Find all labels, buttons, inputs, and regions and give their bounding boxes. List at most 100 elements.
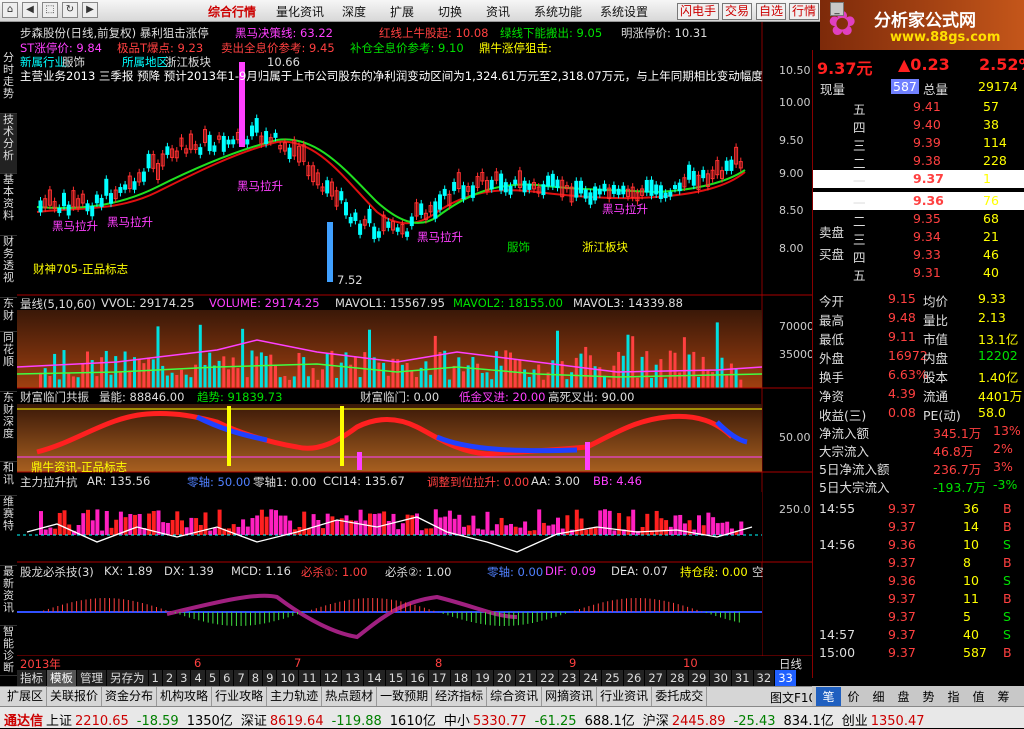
period-tab[interactable]: 20 [493, 670, 515, 686]
bottom-tab[interactable]: 机构攻略 [157, 687, 213, 706]
menu-item-settings[interactable]: 系统设置 [600, 3, 648, 20]
bottom-tab[interactable]: 行业攻略 [212, 687, 268, 706]
orderbook-row[interactable]: 二 9.38 228 [813, 152, 1024, 171]
vtab-eastmoney[interactable]: 东财 [0, 298, 17, 332]
right-tab[interactable]: 势 [916, 687, 941, 706]
orderbook-row[interactable]: 二 9.35 68 [813, 210, 1024, 229]
period-tab[interactable]: 10 [277, 670, 299, 686]
orderbook-row[interactable]: 9.37 5 S [813, 608, 1024, 626]
orderbook-row[interactable]: 三 9.34 21 [813, 228, 1024, 247]
orderbook-row[interactable]: 收益(三) 0.08 PE(动) 58.0 [813, 404, 1024, 423]
vtab-weisaite[interactable]: 维赛特 [0, 496, 17, 566]
period-tab[interactable]: 13 [342, 670, 364, 686]
right-tab[interactable]: 细 [866, 687, 891, 706]
orderbook-row[interactable]: 最高 9.48 量比 2.13 [813, 309, 1024, 328]
bottom-tab[interactable]: 一致预期 [377, 687, 433, 706]
watchlist-button[interactable]: 自选 [756, 3, 787, 20]
menu-item-market[interactable]: 综合行情 [208, 3, 256, 20]
period-tab[interactable]: 30 [710, 670, 731, 686]
bottom-tab[interactable]: 综合资讯 [487, 687, 543, 706]
orderbook-row[interactable]: 一 9.37 1 [813, 170, 1024, 189]
period-tab[interactable]: 另存为 [107, 670, 148, 686]
orderbook-row[interactable]: 15:00 9.37 587 B [813, 644, 1024, 662]
vtab-diagnosis[interactable]: 智能诊断 [0, 626, 17, 676]
period-tab[interactable]: 管理 [77, 670, 106, 686]
period-tab[interactable]: 5 [205, 670, 220, 686]
period-tab[interactable]: 33 [775, 670, 796, 686]
chart-area[interactable]: 步森股份(日线,前复权) 暴利狙击涨停 黑马决策线: 63.22 红线上牛股起:… [17, 22, 814, 678]
menu-item-depth[interactable]: 深度 [342, 3, 366, 20]
period-tab[interactable]: 28 [666, 670, 688, 686]
period-tab[interactable]: 4 [191, 670, 205, 686]
period-tab[interactable]: 2 [162, 670, 177, 686]
period-tab[interactable]: 11 [299, 670, 320, 686]
minimize-icon[interactable]: _ [830, 2, 844, 16]
orderbook-row[interactable]: 五 9.31 40 [813, 264, 1024, 283]
right-tab[interactable]: 笔 [816, 687, 841, 706]
right-tab[interactable]: 价 [841, 687, 866, 706]
bottom-tab[interactable]: 资金分布 [102, 687, 158, 706]
period-tab[interactable]: 模板 [47, 670, 76, 686]
period-tab[interactable]: 32 [753, 670, 775, 686]
orderbook-row[interactable]: 9.37 11 B [813, 590, 1024, 608]
orderbook-row[interactable]: 5日净流入额 236.7万 3% [813, 458, 1024, 477]
orderbook-row[interactable]: 外盘 16972 内盘 12202 [813, 347, 1024, 366]
period-tab[interactable]: 9 [263, 670, 277, 686]
orderbook-row[interactable]: 五 9.41 57 [813, 98, 1024, 117]
bottom-tab[interactable]: 行业资讯 [597, 687, 653, 706]
app-icon[interactable]: ⌂ [2, 2, 18, 18]
orderbook-row[interactable]: 14:56 9.36 10 S [813, 536, 1024, 554]
menu-item-quant[interactable]: 量化资讯 [276, 3, 324, 20]
vtab-latest-news[interactable]: 最新资讯 [0, 566, 17, 626]
orderbook-row[interactable]: 9.37 8 B [813, 554, 1024, 572]
menu-item-extend[interactable]: 扩展 [390, 3, 414, 20]
orderbook-row[interactable]: 5日大宗流入 -193.7万 -3% [813, 476, 1024, 495]
refresh-icon[interactable]: ↻ [62, 2, 78, 18]
trade-button[interactable]: 交易 [722, 3, 753, 20]
period-tab[interactable]: 24 [580, 670, 602, 686]
orderbook-row[interactable]: 9.37 14 B [813, 518, 1024, 536]
bottom-tab[interactable]: 主力轨迹 [267, 687, 323, 706]
vtab-technical[interactable]: 技术分析 [0, 114, 17, 174]
period-tab[interactable]: 22 [537, 670, 558, 686]
period-tab[interactable]: 31 [731, 670, 753, 686]
period-tab[interactable]: 14 [364, 670, 385, 686]
period-tab[interactable]: 25 [602, 670, 623, 686]
bottom-tab[interactable]: 经济指标 [432, 687, 488, 706]
forward-icon[interactable]: ▶ [82, 2, 98, 18]
orderbook-row[interactable]: 14:57 9.37 40 S [813, 626, 1024, 644]
period-tab[interactable]: 3 [177, 670, 191, 686]
right-tab[interactable]: 盘 [891, 687, 916, 706]
period-tab[interactable]: 26 [623, 670, 645, 686]
period-tab[interactable]: 1 [148, 670, 162, 686]
bottom-tab[interactable]: 热点题材 [322, 687, 378, 706]
orderbook-row[interactable]: 14:55 9.37 36 B [813, 500, 1024, 518]
f10-tab[interactable]: 图文F10 [770, 689, 816, 706]
period-tab[interactable]: 7 [234, 670, 248, 686]
period-tab[interactable]: 指标 [17, 670, 46, 686]
menu-item-sysfunc[interactable]: 系统功能 [534, 3, 582, 20]
vtab-ths[interactable]: 同花顺 [0, 332, 17, 392]
period-tab[interactable]: 18 [450, 670, 472, 686]
orderbook-row[interactable]: 9.36 10 S [813, 572, 1024, 590]
orderbook-row[interactable]: 净资 4.39 流通 4401万 [813, 385, 1024, 404]
quote-button[interactable]: 行情 [789, 3, 820, 20]
orderbook-row[interactable]: 一 9.36 76 [813, 192, 1024, 211]
orderbook-row[interactable]: 四 9.40 38 [813, 116, 1024, 135]
back-icon[interactable]: ◀ [22, 2, 38, 18]
vtab-eastmoney-depth[interactable]: 东财深度 [0, 392, 17, 462]
period-tab[interactable]: 19 [472, 670, 493, 686]
orderbook-row[interactable]: 换手 6.63% 股本 1.40亿 [813, 366, 1024, 385]
right-tab[interactable]: 值 [966, 687, 991, 706]
vtab-intraday[interactable]: 分时走势 [0, 52, 17, 114]
period-tab[interactable]: 23 [558, 670, 580, 686]
menu-item-switch[interactable]: 切换 [438, 3, 462, 20]
orderbook-row[interactable]: 今开 9.15 均价 9.33 [813, 290, 1024, 309]
flash-trade-button[interactable]: 闪电手 [677, 3, 720, 20]
period-tab[interactable]: 15 [385, 670, 407, 686]
orderbook-row[interactable]: 最低 9.11 市值 13.1亿 [813, 328, 1024, 347]
period-tab[interactable]: 21 [515, 670, 537, 686]
period-tab[interactable]: 16 [407, 670, 428, 686]
right-tab[interactable]: 筹 [991, 687, 1016, 706]
period-tab[interactable]: 6 [220, 670, 234, 686]
